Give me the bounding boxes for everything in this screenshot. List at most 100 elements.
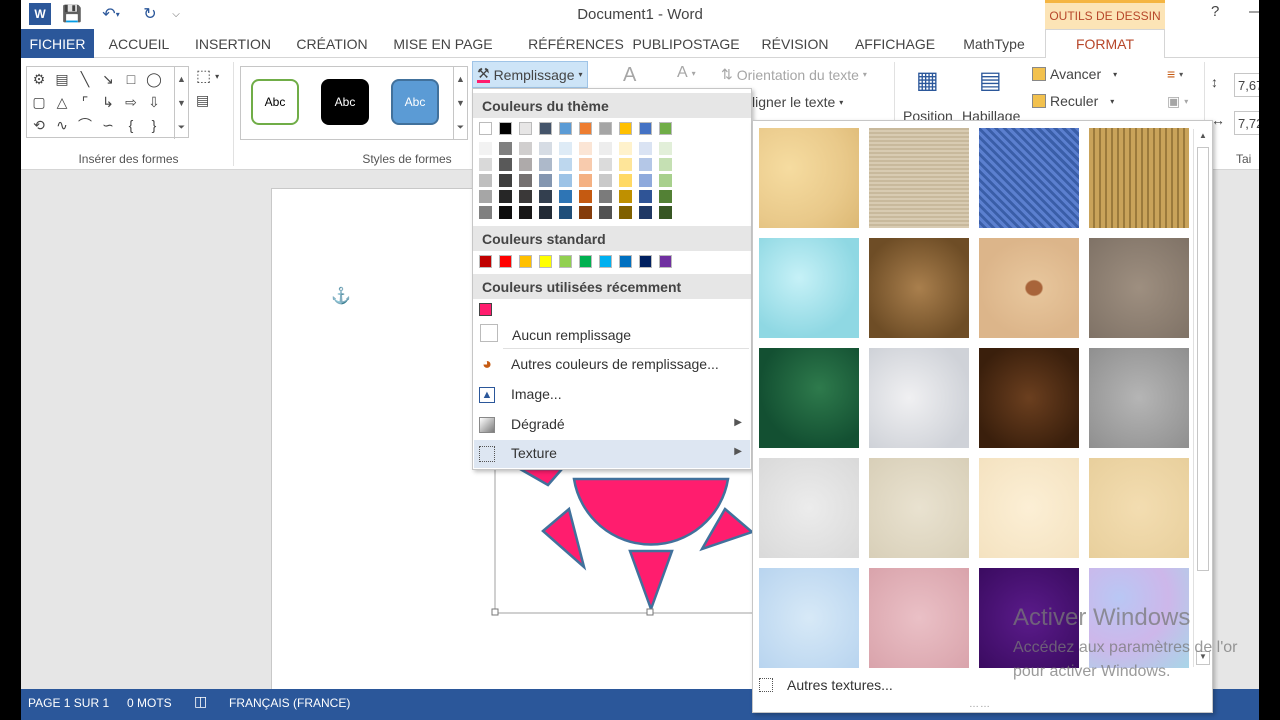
- theme-shade-swatch[interactable]: [619, 206, 632, 219]
- theme-color-swatch[interactable]: [499, 122, 512, 135]
- styles-scroll-down-icon[interactable]: ▼: [453, 91, 467, 115]
- theme-shade-swatch[interactable]: [519, 174, 532, 187]
- texture-pink-tissue-paper[interactable]: [869, 568, 969, 668]
- edit-shape-icon[interactable]: ⬚ ▾: [196, 66, 219, 86]
- styles-scroll-up-icon[interactable]: ▲: [453, 67, 467, 91]
- texture-brown-marble[interactable]: [979, 348, 1079, 448]
- texture-fill-item[interactable]: Texture ▶: [474, 440, 750, 468]
- theme-shade-swatch[interactable]: [579, 142, 592, 155]
- texture-papyrus[interactable]: [759, 128, 859, 228]
- theme-shade-swatch[interactable]: [599, 174, 612, 187]
- shape-line-icon[interactable]: ╲: [74, 68, 96, 90]
- tab-mathtype[interactable]: MathType: [955, 29, 1033, 58]
- theme-shade-swatch[interactable]: [559, 174, 572, 187]
- theme-shade-swatch[interactable]: [599, 158, 612, 171]
- theme-color-swatch[interactable]: [539, 122, 552, 135]
- theme-color-swatch[interactable]: [639, 122, 652, 135]
- tab-format[interactable]: FORMAT: [1045, 29, 1165, 59]
- texture-stationery[interactable]: [1089, 458, 1189, 558]
- standard-color-swatch[interactable]: [639, 255, 652, 268]
- standard-color-swatch[interactable]: [579, 255, 592, 268]
- minimize-button[interactable]: —: [1249, 3, 1259, 20]
- shape-gear-icon[interactable]: ⚙: [28, 68, 50, 90]
- texture-fish-fossil[interactable]: [979, 238, 1079, 338]
- theme-shade-swatch[interactable]: [499, 190, 512, 203]
- resize-handle[interactable]: [646, 608, 654, 616]
- texture-newsprint[interactable]: [759, 458, 859, 558]
- shape-textbox-icon[interactable]: ▤: [51, 68, 73, 90]
- shape-curve-icon[interactable]: ∽: [97, 114, 119, 136]
- standard-color-swatch[interactable]: [479, 255, 492, 268]
- theme-shade-swatch[interactable]: [519, 158, 532, 171]
- align-objects-icon[interactable]: ≡ ▾: [1167, 66, 1183, 82]
- texture-canvas[interactable]: [869, 128, 969, 228]
- word-count[interactable]: 0 MOTS: [127, 696, 172, 710]
- scroll-up-icon[interactable]: ▲: [1196, 131, 1210, 143]
- theme-color-swatch[interactable]: [619, 122, 632, 135]
- texture-woven-mat[interactable]: [1089, 128, 1189, 228]
- texture-water-droplets[interactable]: [759, 238, 859, 338]
- style-sample-outline-green[interactable]: Abc: [251, 79, 299, 125]
- scroll-thumb[interactable]: [1197, 147, 1209, 571]
- theme-shade-swatch[interactable]: [639, 190, 652, 203]
- theme-shade-swatch[interactable]: [479, 174, 492, 187]
- shape-down-arrow-icon[interactable]: ⇩: [143, 91, 165, 113]
- texture-paper-bag[interactable]: [869, 238, 969, 338]
- texture-recycled-paper[interactable]: [869, 458, 969, 558]
- shape-triangle-icon[interactable]: △: [51, 91, 73, 113]
- shape-rectangle-icon[interactable]: □: [120, 68, 142, 90]
- theme-color-swatch[interactable]: [519, 122, 532, 135]
- standard-color-swatch[interactable]: [599, 255, 612, 268]
- theme-shade-swatch[interactable]: [479, 142, 492, 155]
- standard-color-swatch[interactable]: [499, 255, 512, 268]
- theme-shade-swatch[interactable]: [579, 190, 592, 203]
- theme-color-swatch[interactable]: [659, 122, 672, 135]
- theme-shade-swatch[interactable]: [619, 174, 632, 187]
- theme-shade-swatch[interactable]: [559, 158, 572, 171]
- style-sample-blue[interactable]: Abc: [391, 79, 439, 125]
- resize-handle[interactable]: [491, 608, 499, 616]
- theme-shade-swatch[interactable]: [539, 206, 552, 219]
- theme-shade-swatch[interactable]: [519, 206, 532, 219]
- texture-scrollbar[interactable]: ▲ ▼: [1193, 129, 1211, 667]
- shape-arrow-line-icon[interactable]: ↘: [97, 68, 119, 90]
- theme-shade-swatch[interactable]: [639, 158, 652, 171]
- theme-shade-swatch[interactable]: [499, 206, 512, 219]
- proofing-icon[interactable]: ◫: [194, 693, 207, 710]
- theme-shade-swatch[interactable]: [539, 142, 552, 155]
- standard-color-swatch[interactable]: [539, 255, 552, 268]
- sun-shape-body[interactable]: [515, 467, 755, 613]
- shape-left-brace-icon[interactable]: {: [120, 114, 142, 136]
- theme-shade-swatch[interactable]: [579, 158, 592, 171]
- sun-ray-bottom[interactable]: [628, 549, 674, 613]
- theme-shade-swatch[interactable]: [519, 190, 532, 203]
- theme-shade-swatch[interactable]: [659, 206, 672, 219]
- align-text-button[interactable]: ligner le texte ▾: [752, 94, 843, 110]
- resize-grip-icon[interactable]: ……: [969, 699, 991, 710]
- style-sample-black[interactable]: Abc: [321, 79, 369, 125]
- group-objects-icon[interactable]: ▣ ▾: [1167, 93, 1188, 110]
- tab-insert[interactable]: INSERTION: [187, 29, 279, 58]
- theme-shade-swatch[interactable]: [619, 158, 632, 171]
- theme-shade-swatch[interactable]: [599, 206, 612, 219]
- standard-color-swatch[interactable]: [619, 255, 632, 268]
- theme-shade-swatch[interactable]: [619, 142, 632, 155]
- standard-color-swatch[interactable]: [519, 255, 532, 268]
- theme-shade-swatch[interactable]: [559, 190, 572, 203]
- theme-shade-swatch[interactable]: [499, 158, 512, 171]
- shape-oval-icon[interactable]: ◯: [143, 68, 165, 90]
- tab-mailings[interactable]: PUBLIPOSTAGE: [627, 29, 745, 58]
- shape-fill-button[interactable]: ⚒ Remplissage ▾: [472, 61, 588, 88]
- theme-color-swatch[interactable]: [559, 122, 572, 135]
- theme-shade-swatch[interactable]: [539, 158, 552, 171]
- shape-right-brace-icon[interactable]: }: [143, 114, 165, 136]
- standard-color-swatch[interactable]: [659, 255, 672, 268]
- tab-layout[interactable]: MISE EN PAGE: [389, 29, 497, 58]
- shape-scribble-icon[interactable]: ∿: [51, 114, 73, 136]
- sun-ray-left[interactable]: [515, 467, 565, 487]
- theme-shade-swatch[interactable]: [619, 190, 632, 203]
- theme-shade-swatch[interactable]: [559, 206, 572, 219]
- tab-home[interactable]: ACCUEIL: [101, 29, 177, 58]
- theme-shade-swatch[interactable]: [659, 190, 672, 203]
- theme-shade-swatch[interactable]: [579, 206, 592, 219]
